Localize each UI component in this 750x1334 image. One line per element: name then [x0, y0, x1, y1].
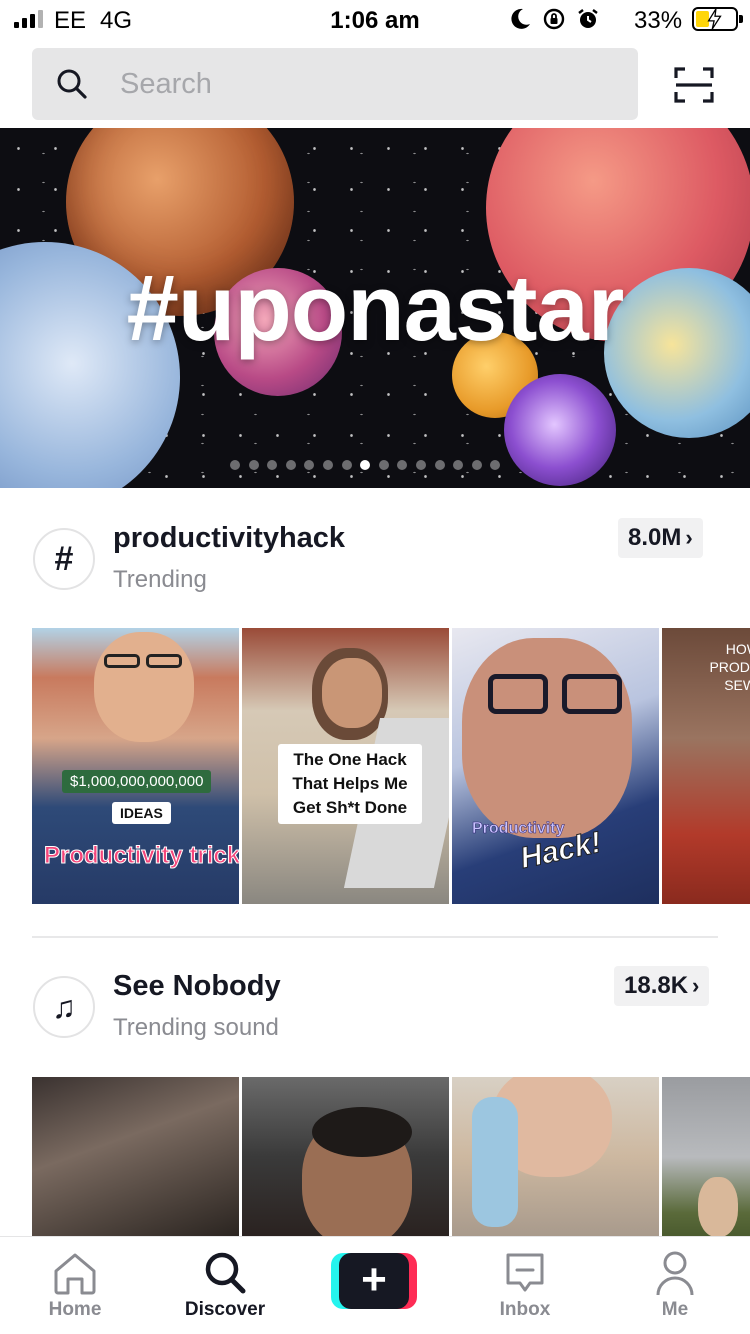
- video-thumbnail[interactable]: HOW PRODU SEWI: [662, 628, 750, 904]
- home-icon: [54, 1253, 96, 1295]
- nav-label: Discover: [184, 1299, 266, 1320]
- moon-icon: [511, 8, 530, 29]
- inbox-icon: [506, 1253, 544, 1292]
- discover-screen: EE 4G 1:06 am 33% #uponastar: [0, 0, 750, 1334]
- video-thumbnail[interactable]: [662, 1077, 750, 1237]
- carousel-dot[interactable]: [360, 460, 371, 470]
- carousel-dot[interactable]: [397, 460, 408, 470]
- divider: [32, 936, 718, 938]
- carousel-dot[interactable]: [304, 460, 315, 470]
- search-icon: [57, 69, 87, 99]
- carousel-dot[interactable]: [285, 460, 296, 470]
- section-title[interactable]: productivityhack: [113, 522, 345, 555]
- search-icon: [205, 1252, 246, 1294]
- person-icon: [656, 1251, 694, 1296]
- rotation-lock-icon: [543, 8, 565, 30]
- search-bar[interactable]: [32, 48, 638, 120]
- thumbnail-row: [32, 1077, 750, 1237]
- carousel-indicator[interactable]: [230, 460, 501, 470]
- chevron-right-icon: ›: [692, 973, 700, 998]
- section-title[interactable]: See Nobody: [113, 970, 281, 1003]
- section-subtitle: Trending sound: [113, 1014, 279, 1041]
- alarm-icon: [578, 9, 598, 28]
- carousel-dot[interactable]: [434, 460, 445, 470]
- battery-percent: 33%: [634, 7, 683, 34]
- nav-label: Home: [48, 1299, 102, 1320]
- view-count-button[interactable]: 8.0M ›: [618, 518, 703, 558]
- banner-title: #uponastar: [126, 255, 625, 360]
- video-thumbnail[interactable]: $1,000,000,000,000 IDEAS Productivity tr…: [32, 628, 239, 904]
- scan-icon[interactable]: [674, 66, 714, 104]
- carousel-dot[interactable]: [230, 460, 240, 470]
- nav-discover[interactable]: Discover: [170, 1249, 280, 1321]
- carousel-dot[interactable]: [471, 460, 482, 470]
- planet-image: [504, 374, 616, 486]
- plus-icon: +: [339, 1253, 409, 1309]
- carousel-dot[interactable]: [490, 460, 501, 470]
- carousel-dot[interactable]: [267, 460, 278, 470]
- nav-label: Inbox: [499, 1299, 551, 1320]
- nav-label: Me: [661, 1299, 689, 1320]
- battery-charging-icon: [692, 7, 743, 31]
- video-thumbnail[interactable]: [32, 1077, 239, 1237]
- carousel-dot[interactable]: [378, 460, 389, 470]
- nav-home[interactable]: Home: [20, 1249, 130, 1321]
- carousel-dot[interactable]: [453, 460, 464, 470]
- chevron-right-icon: ›: [685, 525, 693, 550]
- thumbnail-row: $1,000,000,000,000 IDEAS Productivity tr…: [32, 628, 750, 904]
- music-note-icon: ♫: [33, 976, 95, 1038]
- carousel-dot[interactable]: [415, 460, 426, 470]
- nav-me[interactable]: Me: [620, 1249, 730, 1321]
- nav-inbox[interactable]: Inbox: [470, 1249, 580, 1321]
- video-thumbnail[interactable]: Productivity Hack!: [452, 628, 659, 904]
- video-thumbnail[interactable]: [452, 1077, 659, 1237]
- create-button[interactable]: +: [331, 1253, 417, 1309]
- carousel-dot[interactable]: [322, 460, 333, 470]
- view-count-button[interactable]: 18.8K ›: [614, 966, 710, 1006]
- section-subtitle: Trending: [113, 566, 207, 593]
- featured-banner[interactable]: #uponastar: [0, 128, 750, 488]
- bottom-nav: Home Discover + Inbox Me: [0, 1236, 750, 1334]
- video-thumbnail[interactable]: The One Hack That Helps Me Get Sh*t Done: [242, 628, 449, 904]
- status-bar: EE 4G 1:06 am 33%: [0, 0, 750, 40]
- video-thumbnail[interactable]: [242, 1077, 449, 1237]
- hashtag-icon: #: [33, 528, 95, 590]
- carousel-dot[interactable]: [248, 460, 259, 470]
- search-input[interactable]: [120, 48, 620, 120]
- carousel-dot[interactable]: [341, 460, 352, 470]
